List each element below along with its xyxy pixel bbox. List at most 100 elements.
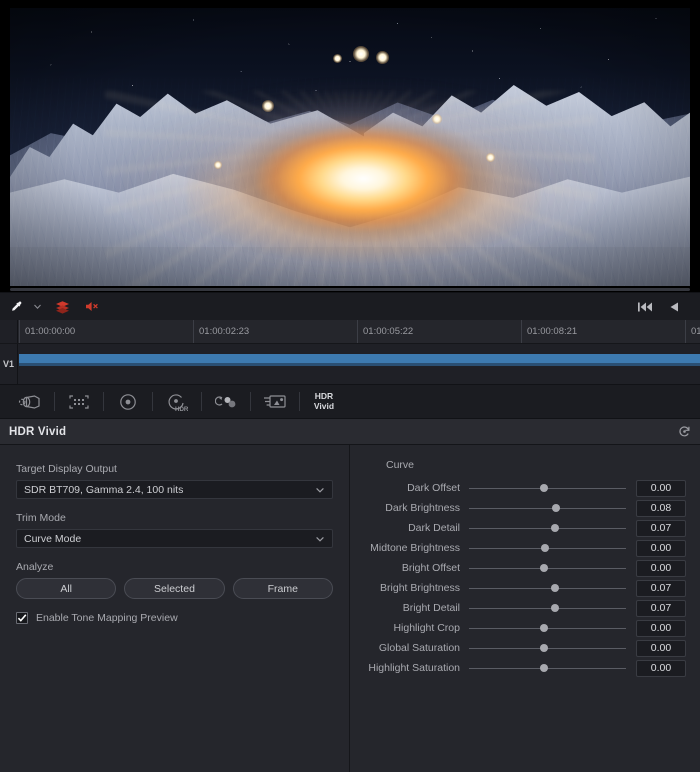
slider-handle[interactable] (550, 524, 559, 532)
curve-slider-value[interactable]: 0.07 (636, 599, 686, 617)
ruler-tick: 01:00:05:22 (357, 320, 413, 343)
settings-pane: Target Display Output SDR BT709, Gamma 2… (0, 445, 350, 772)
camera-raw-icon[interactable] (6, 385, 54, 418)
ruler-tick: 01:00:00:00 (19, 320, 75, 343)
target-display-output-value: SDR BT709, Gamma 2.4, 100 nits (24, 483, 184, 496)
ruler-tick: 01 (685, 320, 700, 343)
curve-slider-label: Midtone Brightness (370, 542, 460, 554)
timeline[interactable]: 01:00:00:00 01:00:02:23 01:00:05:22 01:0… (0, 320, 700, 384)
hdr-vivid-palette-button[interactable]: HDR Vivid (300, 385, 348, 418)
chevron-down-icon[interactable] (33, 302, 42, 311)
trim-mode-select[interactable]: Curve Mode (16, 529, 333, 548)
tone-mapping-preview-checkbox[interactable] (16, 612, 28, 624)
curve-slider[interactable] (469, 478, 626, 498)
tone-mapping-preview-row[interactable]: Enable Tone Mapping Preview (16, 612, 333, 624)
curve-slider[interactable] (469, 538, 626, 558)
video-viewer[interactable] (0, 0, 700, 292)
slider-handle[interactable] (540, 664, 549, 672)
slider-track (469, 507, 626, 509)
curve-slider[interactable] (469, 598, 626, 618)
curve-slider[interactable] (469, 618, 626, 638)
curve-slider-label: Highlight Crop (393, 622, 460, 634)
slider-handle[interactable] (552, 504, 561, 512)
curve-slider-list: Dark Offset 0.00 Dark Brightness 0.08 Dark D… (364, 478, 686, 678)
slider-handle[interactable] (540, 484, 549, 492)
curve-slider[interactable] (469, 498, 626, 518)
tone-mapping-preview-label: Enable Tone Mapping Preview (36, 612, 178, 624)
ruler-tick: 01:00:02:23 (193, 320, 249, 343)
slider-handle[interactable] (540, 644, 549, 652)
analyze-label: Analyze (16, 561, 54, 573)
curve-slider-row: Midtone Brightness 0.00 (364, 538, 686, 558)
color-warper-icon[interactable] (104, 385, 152, 418)
slider-handle[interactable] (540, 624, 549, 632)
curve-slider-row: Bright Offset 0.00 (364, 558, 686, 578)
color-slice-icon[interactable] (251, 385, 299, 418)
reset-icon[interactable] (678, 425, 691, 438)
viewer-scrollbar[interactable] (10, 288, 690, 291)
panel-body: Target Display Output SDR BT709, Gamma 2… (0, 445, 700, 772)
color-match-icon[interactable] (55, 385, 103, 418)
curve-slider[interactable] (469, 638, 626, 658)
stacked-layers-icon[interactable] (55, 300, 70, 314)
skip-to-start-icon[interactable] (637, 301, 653, 313)
curve-slider-label: Highlight Saturation (368, 662, 460, 674)
eyedropper-icon[interactable] (10, 300, 24, 314)
curve-slider-value[interactable]: 0.00 (636, 639, 686, 657)
curve-slider-value[interactable]: 0.00 (636, 619, 686, 637)
slider-handle[interactable] (541, 544, 550, 552)
curve-slider-label: Bright Brightness (380, 582, 460, 594)
analyze-selected-button[interactable]: Selected (124, 578, 225, 599)
curve-slider-value[interactable]: 0.00 (636, 539, 686, 557)
curve-slider[interactable] (469, 578, 626, 598)
page-title: HDR Vivid (9, 425, 67, 438)
curve-slider-label: Dark Detail (408, 522, 460, 534)
timeline-clip-shadow (19, 363, 700, 366)
timeline-clip[interactable] (19, 354, 700, 363)
checkmark-icon (17, 614, 27, 622)
curve-slider-label: Global Saturation (378, 642, 460, 654)
curve-slider[interactable] (469, 518, 626, 538)
slider-handle[interactable] (550, 604, 559, 612)
davinci-resolve-color-page: 01:00:00:00 01:00:02:23 01:00:05:22 01:0… (0, 0, 700, 772)
panel-header: HDR Vivid (0, 419, 700, 445)
curve-slider-row: Bright Brightness 0.07 (364, 578, 686, 598)
curve-slider-row: Dark Brightness 0.08 (364, 498, 686, 518)
target-display-output-select[interactable]: SDR BT709, Gamma 2.4, 100 nits (16, 480, 333, 499)
curve-slider-row: Dark Offset 0.00 (364, 478, 686, 498)
analyze-button-group: All Selected Frame (16, 578, 333, 599)
curve-slider[interactable] (469, 658, 626, 678)
analyze-frame-button[interactable]: Frame (232, 578, 333, 599)
curve-slider[interactable] (469, 558, 626, 578)
reverse-play-icon[interactable] (669, 301, 680, 313)
chevron-down-icon (315, 534, 325, 544)
curve-slider-row: Highlight Crop 0.00 (364, 618, 686, 638)
curve-slider-value[interactable]: 0.00 (636, 479, 686, 497)
vignette (10, 8, 690, 286)
curve-slider-label: Bright Offset (401, 562, 460, 574)
curve-slider-row: Global Saturation 0.00 (364, 638, 686, 658)
track-header-v1[interactable]: V1 (0, 344, 18, 384)
curve-pane: Curve Dark Offset 0.00 Dark Brightness 0.08… (350, 445, 700, 772)
curve-slider-value[interactable]: 0.07 (636, 579, 686, 597)
palette-toolbar: HDR HDR Vivid (0, 384, 700, 419)
slider-handle[interactable] (540, 564, 549, 572)
slider-handle[interactable] (550, 584, 559, 592)
viewer-toolbar (0, 288, 700, 320)
svg-text:HDR: HDR (175, 406, 188, 412)
curve-slider-value[interactable]: 0.00 (636, 559, 686, 577)
curve-slider-label: Dark Brightness (385, 502, 460, 514)
timeline-ruler[interactable]: 01:00:00:00 01:00:02:23 01:00:05:22 01:0… (0, 320, 700, 344)
primaries-icon[interactable] (202, 385, 250, 418)
curve-slider-label: Dark Offset (407, 482, 460, 494)
ruler-gutter (0, 320, 18, 343)
timeline-tracks[interactable]: V1 (0, 344, 700, 384)
curve-slider-value[interactable]: 0.07 (636, 519, 686, 537)
speaker-muted-icon[interactable] (85, 300, 100, 313)
curve-section-title: Curve (386, 459, 415, 471)
hdr-wheels-icon[interactable]: HDR (153, 385, 201, 418)
trim-mode-value: Curve Mode (24, 532, 82, 545)
curve-slider-value[interactable]: 0.08 (636, 499, 686, 517)
analyze-all-button[interactable]: All (16, 578, 117, 599)
curve-slider-value[interactable]: 0.00 (636, 659, 686, 677)
